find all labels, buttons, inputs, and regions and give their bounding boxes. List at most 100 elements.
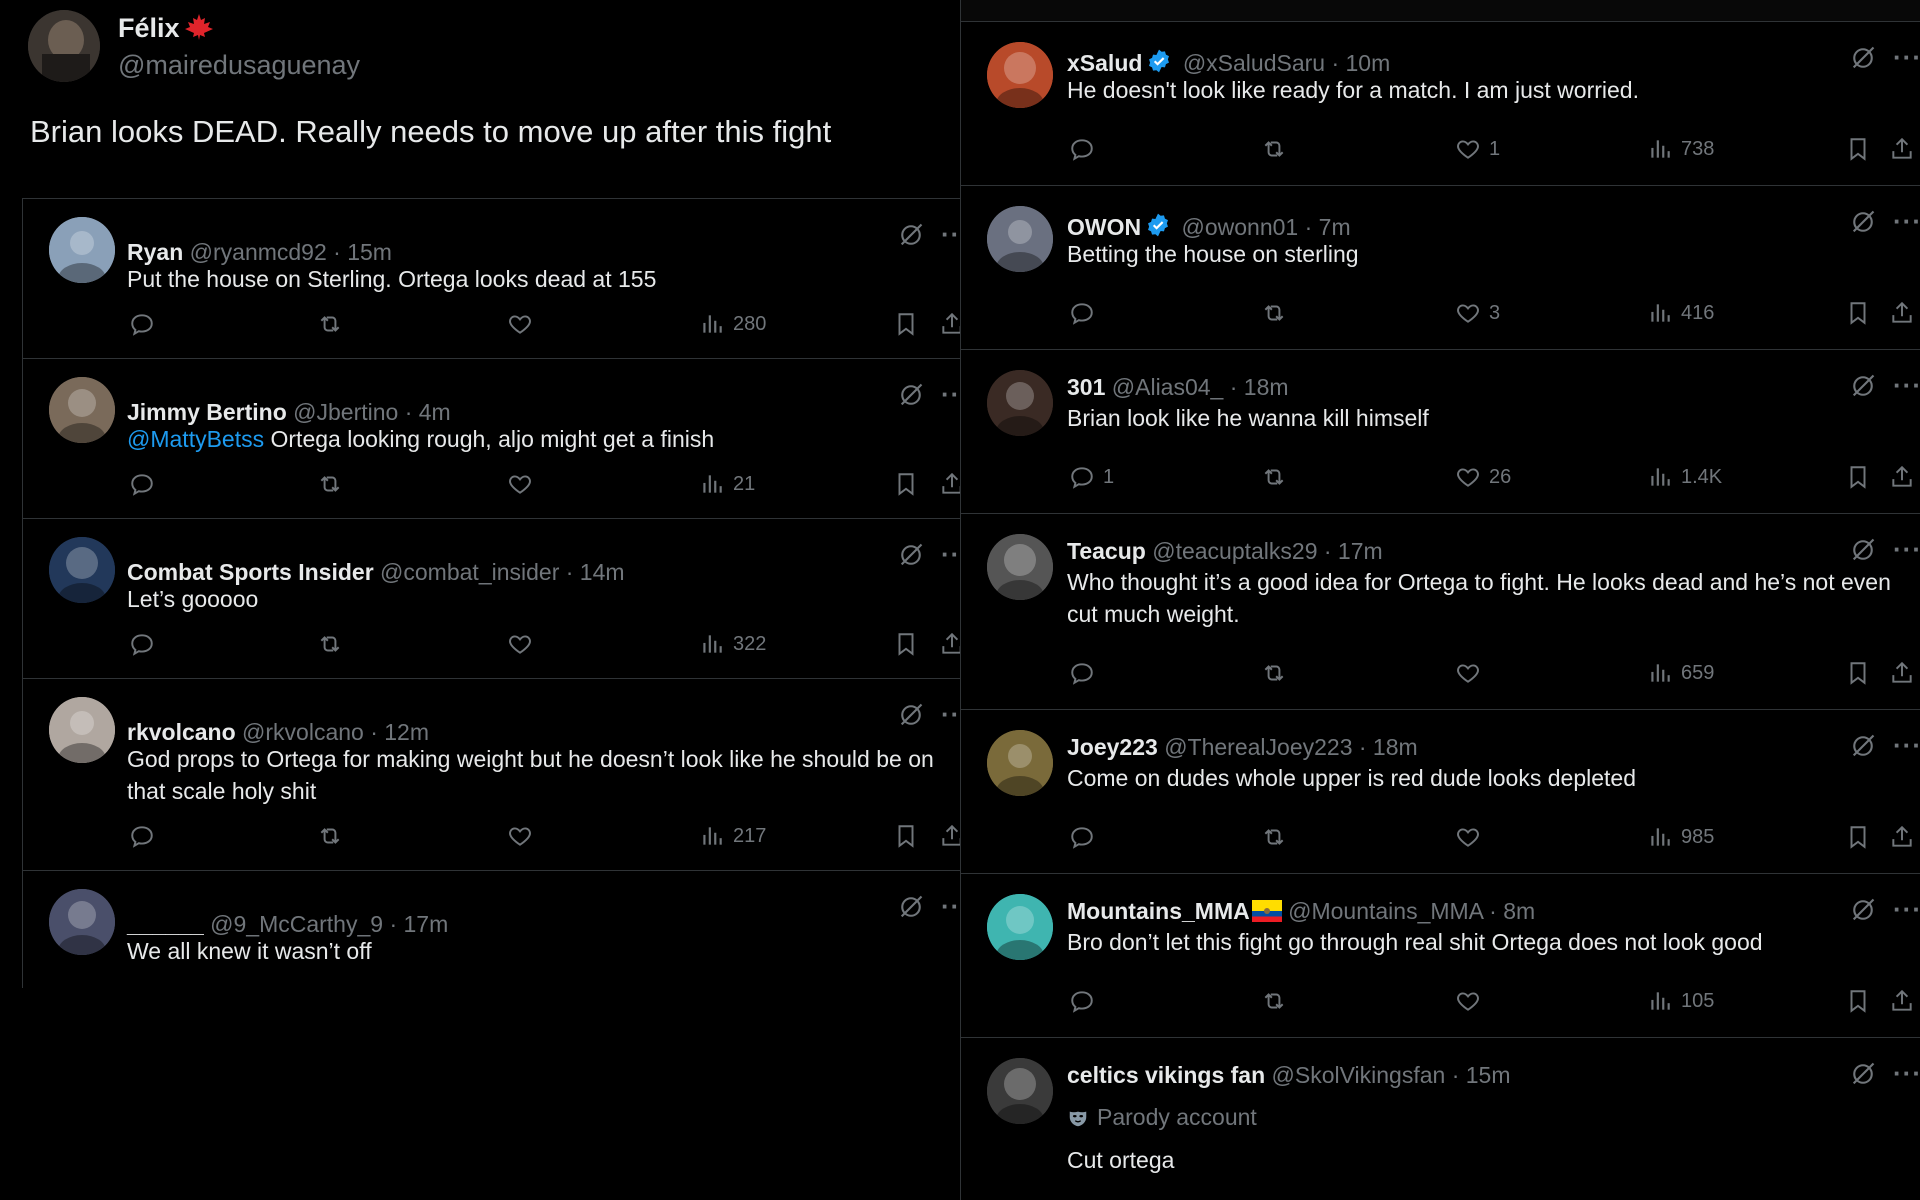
bookmark-button[interactable] xyxy=(1845,986,1871,1016)
bookmark-button[interactable] xyxy=(1845,462,1871,492)
avatar[interactable] xyxy=(987,42,1053,108)
author-name[interactable]: ______ xyxy=(127,911,204,937)
author-name[interactable]: Mountains_MMA xyxy=(1067,898,1250,924)
avatar[interactable] xyxy=(987,206,1053,272)
reply-button[interactable] xyxy=(129,309,155,339)
grok-icon[interactable] xyxy=(897,221,925,254)
bookmark-button[interactable] xyxy=(893,821,919,851)
author-handle-time[interactable]: @SkolVikingsfan · 15m xyxy=(1272,1062,1511,1088)
views-button[interactable]: 105 xyxy=(1647,986,1714,1016)
like-button[interactable] xyxy=(507,309,533,339)
main-author-handle[interactable]: @mairedusaguenay xyxy=(118,50,360,81)
author-handle-time[interactable]: @owonn01 · 7m xyxy=(1182,214,1351,240)
views-button[interactable]: 659 xyxy=(1647,658,1714,688)
grok-icon[interactable] xyxy=(897,381,925,414)
avatar[interactable] xyxy=(49,217,115,283)
retweet-button[interactable] xyxy=(1261,298,1287,328)
avatar[interactable] xyxy=(987,534,1053,600)
more-icon[interactable]: ··· xyxy=(941,701,960,727)
grok-icon[interactable] xyxy=(1849,208,1877,241)
reply-button[interactable] xyxy=(129,821,155,851)
views-button[interactable]: 322 xyxy=(699,629,766,659)
like-button[interactable]: 3 xyxy=(1455,298,1500,328)
author-handle-time[interactable]: @Jbertino · 4m xyxy=(293,399,451,425)
more-icon[interactable]: ··· xyxy=(1893,536,1920,562)
avatar[interactable] xyxy=(49,697,115,763)
retweet-button[interactable] xyxy=(1261,462,1287,492)
author-name[interactable]: OWON xyxy=(1067,214,1141,240)
more-icon[interactable]: ··· xyxy=(1893,1060,1920,1086)
share-button[interactable] xyxy=(1889,462,1915,492)
author-name[interactable]: Combat Sports Insider xyxy=(127,559,374,585)
like-button[interactable] xyxy=(507,469,533,499)
author-handle-time[interactable]: @Mountains_MMA · 8m xyxy=(1288,898,1535,924)
like-button[interactable] xyxy=(1455,658,1481,688)
bookmark-button[interactable] xyxy=(893,629,919,659)
bookmark-button[interactable] xyxy=(1845,134,1871,164)
avatar[interactable] xyxy=(987,894,1053,960)
grok-icon[interactable] xyxy=(1849,1060,1877,1093)
avatar[interactable] xyxy=(49,889,115,955)
more-icon[interactable]: ··· xyxy=(941,541,960,567)
grok-icon[interactable] xyxy=(1849,44,1877,77)
more-icon[interactable]: ··· xyxy=(1893,896,1920,922)
author-name[interactable]: celtics vikings fan xyxy=(1067,1062,1265,1088)
grok-icon[interactable] xyxy=(1849,896,1877,929)
bookmark-button[interactable] xyxy=(893,309,919,339)
views-button[interactable]: 985 xyxy=(1647,822,1714,852)
author-name[interactable]: Ryan xyxy=(127,239,183,265)
author-handle-time[interactable]: @xSaludSaru · 10m xyxy=(1183,50,1390,76)
avatar[interactable] xyxy=(987,370,1053,436)
share-button[interactable] xyxy=(1889,822,1915,852)
grok-icon[interactable] xyxy=(897,541,925,574)
more-icon[interactable]: ··· xyxy=(941,381,960,407)
author-handle-time[interactable]: @ryanmcd92 · 15m xyxy=(190,239,392,265)
grok-icon[interactable] xyxy=(897,893,925,926)
share-button[interactable] xyxy=(1889,298,1915,328)
share-button[interactable] xyxy=(939,309,960,339)
grok-icon[interactable] xyxy=(1849,372,1877,405)
grok-icon[interactable] xyxy=(1849,732,1877,765)
share-button[interactable] xyxy=(939,469,960,499)
author-name[interactable]: 301 xyxy=(1067,374,1105,400)
avatar[interactable] xyxy=(987,1058,1053,1124)
share-button[interactable] xyxy=(1889,134,1915,164)
author-handle-time[interactable]: @TherealJoey223 · 18m xyxy=(1164,734,1417,760)
share-button[interactable] xyxy=(1889,986,1915,1016)
like-button[interactable] xyxy=(1455,822,1481,852)
views-button[interactable]: 738 xyxy=(1647,134,1714,164)
main-avatar[interactable] xyxy=(28,10,100,82)
retweet-button[interactable] xyxy=(1261,822,1287,852)
reply-button[interactable] xyxy=(1069,658,1095,688)
like-button[interactable] xyxy=(507,821,533,851)
reply-button[interactable] xyxy=(129,629,155,659)
retweet-button[interactable] xyxy=(1261,658,1287,688)
author-handle-time[interactable]: @Alias04_ · 18m xyxy=(1112,374,1289,400)
share-button[interactable] xyxy=(939,629,960,659)
reply-button[interactable]: 1 xyxy=(1069,462,1114,492)
author-handle-time[interactable]: @rkvolcano · 12m xyxy=(242,719,429,745)
author-handle-time[interactable]: @combat_insider · 14m xyxy=(380,559,625,585)
views-button[interactable]: 416 xyxy=(1647,298,1714,328)
retweet-button[interactable] xyxy=(317,469,343,499)
bookmark-button[interactable] xyxy=(1845,658,1871,688)
grok-icon[interactable] xyxy=(1849,536,1877,569)
author-name[interactable]: Teacup xyxy=(1067,538,1146,564)
reply-button[interactable] xyxy=(1069,986,1095,1016)
retweet-button[interactable] xyxy=(1261,134,1287,164)
views-button[interactable]: 1.4K xyxy=(1647,462,1722,492)
more-icon[interactable]: ··· xyxy=(1893,732,1920,758)
avatar[interactable] xyxy=(49,537,115,603)
share-button[interactable] xyxy=(1889,658,1915,688)
more-icon[interactable]: ··· xyxy=(1893,372,1920,398)
more-icon[interactable]: ··· xyxy=(941,893,960,919)
author-name[interactable]: Joey223 xyxy=(1067,734,1158,760)
like-button[interactable] xyxy=(1455,986,1481,1016)
views-button[interactable]: 280 xyxy=(699,309,766,339)
more-icon[interactable]: ··· xyxy=(1893,208,1920,234)
reply-button[interactable] xyxy=(1069,298,1095,328)
reply-button[interactable] xyxy=(129,469,155,499)
bookmark-button[interactable] xyxy=(893,469,919,499)
like-button[interactable] xyxy=(507,629,533,659)
more-icon[interactable]: ··· xyxy=(1893,44,1920,70)
